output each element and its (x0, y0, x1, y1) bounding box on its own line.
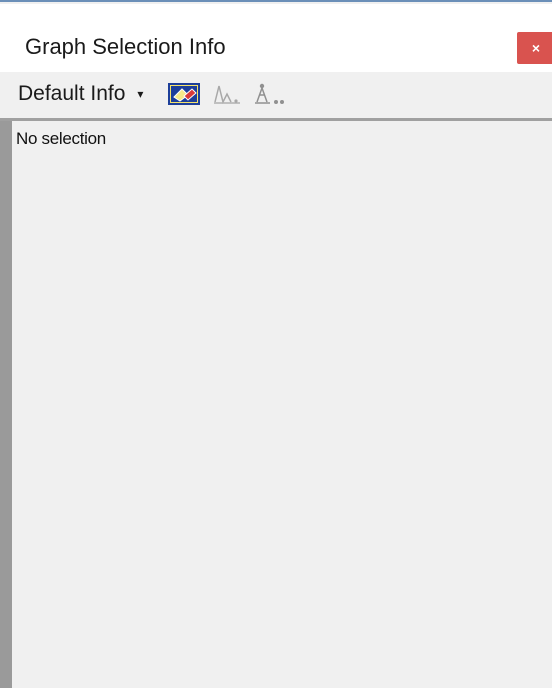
window-title: Graph Selection Info (25, 34, 226, 59)
dropdown-label: Default Info (18, 82, 126, 105)
title-bar: Graph Selection Info × (0, 4, 552, 72)
close-icon: × (531, 40, 541, 56)
tree-nodes-icon[interactable] (252, 82, 286, 108)
selection-status-text: No selection (16, 129, 106, 148)
left-panel-border (0, 121, 12, 688)
selection-info-panel: No selection (12, 121, 552, 688)
graph-peaks-icon[interactable] (212, 82, 242, 106)
close-button[interactable]: × (517, 32, 552, 64)
info-mode-dropdown[interactable]: Default Info ▾ (18, 80, 143, 108)
toolbar: Default Info ▾ (0, 72, 552, 117)
chevron-down-icon: ▾ (137, 87, 144, 101)
edit-selection-icon[interactable] (168, 82, 200, 106)
graph-selection-info-window: Graph Selection Info × Default Info ▾ No… (0, 0, 552, 688)
